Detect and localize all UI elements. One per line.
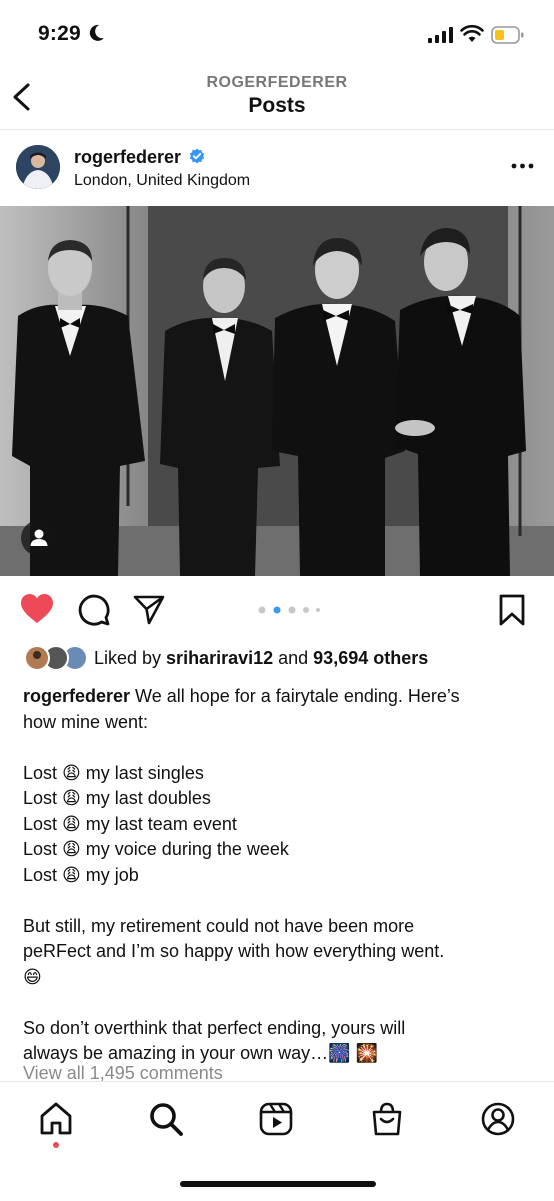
- verified-badge-icon: [189, 148, 205, 164]
- post-photo[interactable]: [0, 206, 554, 576]
- reels-tab[interactable]: [255, 1098, 297, 1140]
- home-tab[interactable]: [35, 1098, 77, 1140]
- profile-icon: [481, 1102, 515, 1136]
- share-button[interactable]: [131, 592, 167, 628]
- battery-icon: [491, 25, 525, 50]
- page-title: Posts: [248, 94, 306, 117]
- header-account: ROGERFEDERER: [206, 74, 348, 91]
- reels-icon: [259, 1102, 293, 1136]
- search-icon: [150, 1103, 183, 1136]
- author-username-text[interactable]: rogerfederer: [74, 147, 181, 167]
- carousel-dots: [258, 606, 320, 614]
- caption-line: [23, 735, 538, 761]
- more-icon: [511, 163, 534, 169]
- home-indicator: [180, 1181, 376, 1187]
- shop-tab[interactable]: [366, 1098, 408, 1140]
- caption-line: Lost 😩 my last doubles: [23, 788, 211, 808]
- caption-line: peRFect and I’m so happy with how everyt…: [23, 941, 445, 961]
- signal-icon: [428, 27, 454, 48]
- caption-line: [23, 888, 538, 914]
- carousel-indicator: [258, 603, 324, 621]
- tagged-user-icon: [30, 529, 48, 546]
- header-divider: [0, 129, 554, 130]
- bookmark-icon: [499, 594, 525, 626]
- liked-by-avatars[interactable]: [23, 645, 89, 671]
- caption-line: Lost 😩 my voice during the week: [23, 839, 289, 859]
- liked-count[interactable]: 93,694 others: [313, 648, 428, 668]
- caption-username[interactable]: rogerfederer: [23, 686, 130, 706]
- caption-line: 😄: [23, 966, 42, 987]
- search-tab[interactable]: [145, 1098, 187, 1140]
- liked-prefix: Liked by: [94, 648, 167, 668]
- post-location[interactable]: London, United Kingdom: [74, 172, 250, 190]
- caption-line: how mine went:: [23, 711, 149, 732]
- share-icon: [133, 595, 165, 625]
- liked-mid: and: [273, 648, 314, 668]
- home-notification-dot: [53, 1142, 59, 1148]
- comment-icon: [78, 594, 110, 626]
- caption-line: [23, 990, 538, 1016]
- status-time: 9:29: [38, 22, 105, 46]
- caption-line: rogerfederer We all hope for a fairytale…: [23, 686, 460, 706]
- caption-line: But still, my retirement could not have …: [23, 915, 415, 936]
- caption-line: Lost 😩 my last team event: [23, 813, 237, 834]
- more-options-button[interactable]: [510, 158, 536, 174]
- moon-icon: [89, 24, 104, 41]
- liker-avatars: [24, 645, 88, 671]
- home-icon: [40, 1102, 72, 1135]
- tagged-users-button[interactable]: [21, 520, 57, 556]
- like-button[interactable]: [19, 591, 55, 627]
- author-username[interactable]: rogerfederer: [74, 147, 205, 168]
- heart-icon: [21, 594, 53, 623]
- likes-summary[interactable]: Liked by srihariravi12 and 93,694 others: [94, 648, 428, 669]
- caption-line: So don’t overthink that perfect ending, …: [23, 1017, 406, 1038]
- comment-button[interactable]: [76, 592, 112, 628]
- caption-line: Lost 😩 my job: [23, 864, 139, 885]
- save-button[interactable]: [494, 592, 530, 628]
- shop-bag-icon: [372, 1102, 402, 1136]
- profile-tab[interactable]: [477, 1098, 519, 1140]
- liked-user[interactable]: srihariravi12: [166, 648, 273, 668]
- post-caption: rogerfederer We all hope for a fairytale…: [23, 684, 538, 1067]
- author-avatar[interactable]: [16, 145, 60, 189]
- wifi-icon: [460, 24, 484, 48]
- caption-line: Lost 😩 my last singles: [23, 762, 204, 783]
